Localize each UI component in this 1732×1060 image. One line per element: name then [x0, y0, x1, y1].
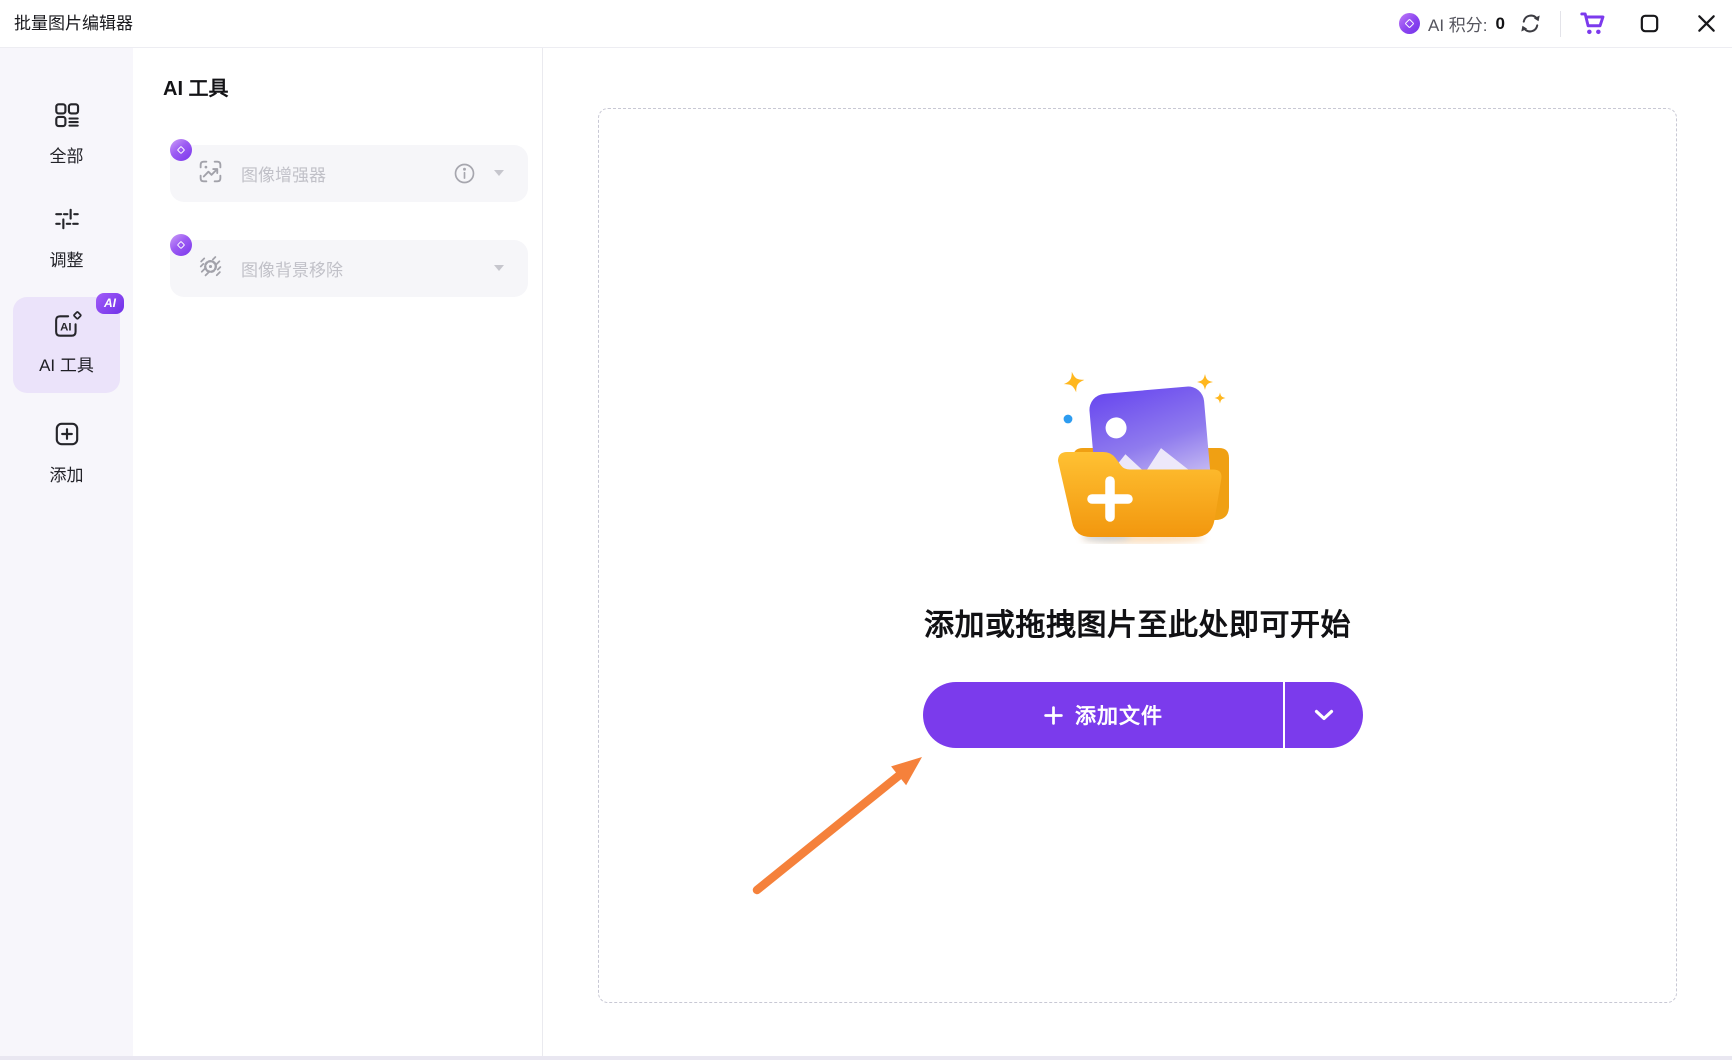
diamond-badge-icon — [170, 234, 192, 256]
window-title: 批量图片编辑器 — [14, 0, 133, 47]
close-button[interactable] — [1695, 12, 1718, 35]
info-icon[interactable] — [453, 162, 476, 190]
tool-card-image-enhancer[interactable]: 图像增强器 — [170, 145, 528, 202]
window-bottom-edge — [0, 1056, 1732, 1060]
sidebar-item-all[interactable]: 全部 — [0, 100, 133, 167]
refresh-credits-button[interactable] — [1519, 12, 1542, 35]
cart-button[interactable] — [1579, 10, 1606, 37]
maximize-button[interactable] — [1638, 12, 1661, 35]
sidebar-item-label: 添加 — [50, 461, 84, 486]
chevron-down-icon — [1314, 709, 1334, 721]
ai-credits-diamond-icon — [1399, 13, 1420, 34]
sidebar-item-adjust[interactable]: 调整 — [0, 204, 133, 271]
titlebar-divider — [1560, 11, 1561, 37]
add-files-button[interactable]: 添加文件 — [923, 682, 1283, 748]
sidebar-item-label: 调整 — [50, 246, 84, 271]
panel-title: AI 工具 — [163, 72, 229, 101]
ai-credits-value: 0 — [1496, 14, 1505, 34]
add-files-label: 添加文件 — [1075, 700, 1163, 730]
folder-upload-illustration — [1043, 348, 1233, 544]
grid-icon — [52, 100, 82, 135]
svg-text:AI: AI — [60, 322, 71, 334]
close-icon — [1695, 12, 1718, 35]
blue-dot — [1064, 415, 1073, 424]
ai-brackets-icon: AI — [51, 311, 83, 346]
ai-credits-label: AI 积分: — [1428, 11, 1488, 36]
sidebar-item-label: 全部 — [50, 142, 84, 167]
maximize-icon — [1638, 12, 1661, 35]
sidebar-item-ai-tools[interactable]: AI AI AI 工具 — [13, 297, 120, 393]
diamond-badge-icon — [170, 139, 192, 161]
cart-icon — [1579, 10, 1606, 37]
workspace: 添加或拖拽图片至此处即可开始 添加文件 — [543, 48, 1732, 1056]
sidebar: 全部 调整 AI AI AI 工具 — [0, 48, 133, 1056]
chevron-down-icon — [494, 265, 504, 271]
sparkle-icon — [1197, 374, 1213, 390]
titlebar-actions: AI 积分: 0 — [1399, 0, 1718, 47]
ai-tools-panel: AI 工具 图像增强器 — [133, 48, 543, 1056]
dropzone-headline: 添加或拖拽图片至此处即可开始 — [543, 600, 1732, 644]
plus-square-icon — [52, 419, 82, 454]
sidebar-item-add[interactable]: 添加 — [0, 419, 133, 486]
tool-label: 图像增强器 — [241, 161, 326, 186]
sidebar-item-label: AI 工具 — [39, 351, 94, 376]
sparkle-icon — [1215, 393, 1226, 404]
refresh-icon — [1519, 12, 1542, 35]
chevron-down-icon — [494, 170, 504, 176]
titlebar: 批量图片编辑器 AI 积分: 0 — [0, 0, 1732, 48]
add-files-dropdown-toggle[interactable] — [1285, 682, 1363, 748]
sparkle-icon — [1062, 370, 1087, 395]
image-enhance-icon — [197, 158, 224, 190]
plus-icon — [1043, 705, 1064, 726]
tool-label: 图像背景移除 — [241, 256, 343, 281]
ai-badge: AI — [96, 293, 124, 314]
background-remove-icon — [197, 253, 224, 285]
image-dropzone[interactable] — [598, 108, 1677, 1003]
add-files-button-group: 添加文件 — [923, 682, 1363, 748]
tool-card-background-remover[interactable]: 图像背景移除 — [170, 240, 528, 297]
sliders-icon — [52, 204, 82, 239]
